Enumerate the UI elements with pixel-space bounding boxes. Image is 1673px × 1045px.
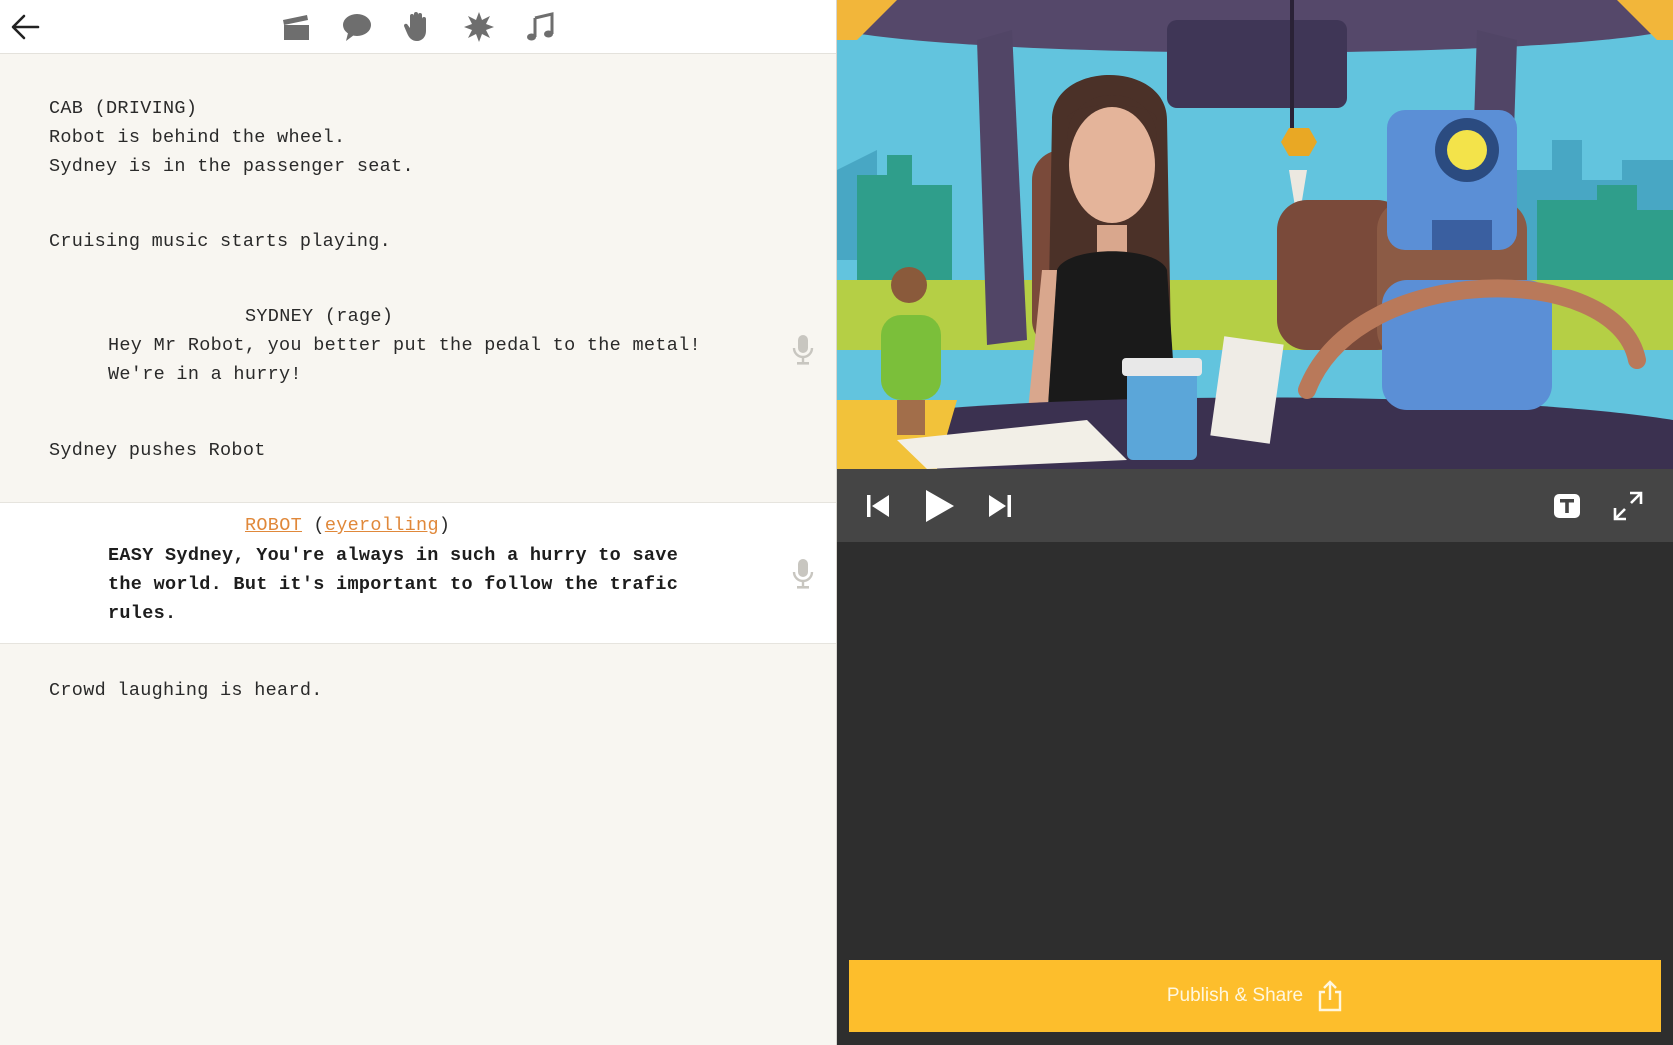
- paren-close: ): [438, 515, 451, 536]
- text-toggle-icon[interactable]: [1548, 487, 1586, 525]
- script-editor: CAB (DRIVING) Robot is behind the wheel.…: [0, 0, 837, 1045]
- preview-pane: Publish & Share: [837, 0, 1673, 1045]
- dialogue-line[interactable]: EASY Sydney, You're always in such a hur…: [108, 545, 678, 566]
- action-line[interactable]: Sydney is in the passenger seat.: [49, 156, 414, 177]
- publish-share-label: Publish & Share: [1166, 985, 1304, 1006]
- clapperboard-icon[interactable]: [278, 9, 314, 45]
- action-line[interactable]: Crowd laughing is heard.: [49, 680, 323, 701]
- play-icon[interactable]: [919, 487, 957, 525]
- character-name-link[interactable]: ROBOT: [245, 515, 302, 536]
- emotion-link[interactable]: eyerolling: [325, 515, 439, 536]
- editor-toolbar: [0, 0, 837, 54]
- cab-scene-illustration: [837, 0, 1673, 469]
- dialogue-line[interactable]: We're in a hurry!: [108, 364, 302, 385]
- animation-viewport[interactable]: [837, 0, 1673, 469]
- paren-open: (: [302, 515, 325, 536]
- scene-heading[interactable]: CAB (DRIVING): [49, 98, 197, 119]
- action-line[interactable]: Sydney pushes Robot: [49, 440, 266, 461]
- dialogue-line[interactable]: rules.: [108, 603, 176, 624]
- character-cue-sydney[interactable]: SYDNEY (rage): [245, 306, 393, 327]
- action-line[interactable]: Robot is behind the wheel.: [49, 127, 345, 148]
- dialogue-line[interactable]: the world. But it's important to follow …: [108, 574, 678, 595]
- dialogue-line[interactable]: Hey Mr Robot, you better put the pedal t…: [108, 335, 701, 356]
- fullscreen-icon[interactable]: [1609, 487, 1647, 525]
- skip-forward-icon[interactable]: [981, 487, 1019, 525]
- character-cue-robot: ROBOT (eyerolling): [245, 515, 450, 536]
- microphone-icon[interactable]: [791, 333, 815, 367]
- publish-share-button[interactable]: Publish & Share: [849, 960, 1661, 1032]
- music-note-icon[interactable]: [522, 9, 558, 45]
- action-line[interactable]: Cruising music starts playing.: [49, 231, 391, 252]
- player-controls: [837, 469, 1673, 542]
- speech-bubble-icon[interactable]: [339, 9, 375, 45]
- burst-icon[interactable]: [461, 9, 497, 45]
- back-arrow-icon[interactable]: [8, 9, 44, 45]
- skip-back-icon[interactable]: [859, 487, 897, 525]
- hand-icon[interactable]: [400, 9, 436, 45]
- share-icon: [1317, 980, 1343, 1012]
- microphone-icon[interactable]: [791, 557, 815, 591]
